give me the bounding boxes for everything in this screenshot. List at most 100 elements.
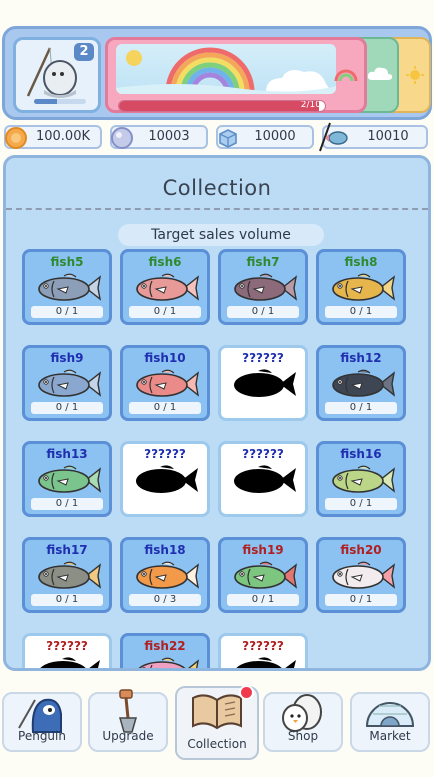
nav-market-label: Market: [369, 729, 411, 743]
fish-card-name: fish17: [46, 543, 88, 557]
fish-icon: [136, 561, 200, 589]
fish-card-name: fish16: [340, 447, 382, 461]
nav-upgrade-label: Upgrade: [102, 729, 154, 743]
fish-silhouette-icon: [136, 465, 198, 493]
fish-card-count: 0 / 1: [31, 306, 103, 318]
fish-card-name: fish12: [340, 351, 382, 365]
nav-shop[interactable]: Shop: [263, 692, 343, 752]
fish-card[interactable]: fish9 0 / 1: [22, 345, 112, 421]
fish-card-name: fish6: [148, 255, 182, 269]
fish-card[interactable]: fish7 0 / 1: [218, 249, 308, 325]
fish-card-count: 0 / 3: [129, 594, 201, 606]
fish-card[interactable]: fish12 0 / 1: [316, 345, 406, 421]
fish-icon: [136, 369, 200, 397]
xp-progress-fill: [34, 99, 58, 104]
fish-card[interactable]: fish13 0 / 1: [22, 441, 112, 517]
penguin-friends-icon: [282, 694, 322, 732]
stage-progress-bar: 2/10: [118, 100, 326, 112]
panel-title: Collection: [162, 176, 272, 200]
fish-card[interactable]: fish6 0 / 1: [120, 249, 210, 325]
fish-card-name: ??????: [46, 639, 88, 653]
fish-card-name: fish9: [50, 351, 84, 365]
collection-panel[interactable]: Collection Target sales volume fish5 0 / …: [3, 155, 431, 671]
ice-cube-icon: [219, 129, 237, 148]
fish-silhouette-icon: [234, 369, 296, 397]
fish-card-count: 0 / 1: [325, 498, 397, 510]
rainbow-icon: [116, 47, 336, 94]
coin-counter: 100.00K: [4, 125, 102, 149]
unknown-fish-card[interactable]: ??????: [218, 441, 308, 517]
fish-card-name: fish10: [144, 351, 186, 365]
rod-fish-icon: [319, 122, 348, 152]
fish-icon: [38, 561, 102, 589]
nav-market[interactable]: Market: [350, 692, 430, 752]
mini-rainbow-icon: [334, 69, 358, 82]
rainbow-scene: [116, 44, 336, 94]
pearl-icon: [111, 127, 133, 149]
book-icon: [192, 694, 242, 730]
fish-card[interactable]: fish16 0 / 1: [316, 441, 406, 517]
fish-silhouette-icon: [40, 657, 100, 668]
ice-value: 10000: [254, 129, 296, 144]
fish-icon: [332, 465, 396, 493]
unknown-fish-card[interactable]: ??????: [218, 345, 308, 421]
pearl-counter: 10003: [110, 125, 208, 149]
sun-icon: [406, 66, 424, 84]
fish-card-name: fish7: [246, 255, 280, 269]
fish-card-count: 0 / 1: [325, 306, 397, 318]
title-divider: [6, 208, 428, 210]
fish-card-count: 0 / 1: [129, 402, 201, 414]
currency-row: 100.00K 10003 10000 10010: [0, 122, 434, 152]
fish-card-name: fish13: [46, 447, 88, 461]
unknown-fish-card[interactable]: ??????: [22, 633, 112, 668]
fish-card[interactable]: fish20 0 / 1: [316, 537, 406, 613]
fish-icon: [138, 657, 200, 668]
fish-card-name: ??????: [242, 351, 284, 365]
fish-card-name: fish20: [340, 543, 382, 557]
penguin-icon: [18, 698, 62, 733]
fish-card-name: fish22: [144, 639, 186, 653]
fish-card-count: 0 / 1: [31, 594, 103, 606]
nav-penguin[interactable]: Penguin: [2, 692, 82, 752]
fish-card[interactable]: fish5 0 / 1: [22, 249, 112, 325]
fish-card-name: ??????: [242, 447, 284, 461]
igloo-icon: [365, 702, 415, 727]
fish-card[interactable]: fish17 0 / 1: [22, 537, 112, 613]
fish-card[interactable]: fish8 0 / 1: [316, 249, 406, 325]
fish-value: 10010: [367, 129, 409, 144]
fish-icon: [136, 273, 200, 301]
fish-icon: [234, 561, 298, 589]
top-bar: 2 2/10: [2, 26, 432, 120]
fish-icon: [332, 273, 396, 301]
xp-progress-bar: [34, 99, 86, 104]
fish-icon: [38, 369, 102, 397]
fish-card[interactable]: fish10 0 / 1: [120, 345, 210, 421]
fish-icon: [234, 273, 298, 301]
fish-card-count: 0 / 1: [325, 594, 397, 606]
fish-card[interactable]: fish22: [120, 633, 210, 668]
fish-card-name: ??????: [144, 447, 186, 461]
stage-tab-rainbow[interactable]: 2/10: [105, 37, 367, 113]
penguin-avatar-card[interactable]: 2: [13, 37, 101, 113]
fish-icon: [38, 273, 102, 301]
nav-collection[interactable]: Collection: [175, 685, 259, 760]
nav-shop-label: Shop: [287, 729, 319, 743]
fish-card-name: fish8: [344, 255, 378, 269]
fish-counter: 10010: [319, 122, 428, 152]
fish-icon: [332, 369, 396, 397]
unknown-fish-card[interactable]: ??????: [218, 633, 308, 668]
fish-card-count: 0 / 1: [31, 498, 103, 510]
cloud-icon: [367, 67, 393, 80]
stage-progress-fill: [119, 101, 319, 111]
fish-card-count: 0 / 1: [129, 306, 201, 318]
target-sales-label: Target sales volume: [118, 224, 324, 246]
unknown-fish-card[interactable]: ??????: [120, 441, 210, 517]
fish-card[interactable]: fish18 0 / 3: [120, 537, 210, 613]
level-badge: 2: [74, 43, 94, 61]
nav-upgrade[interactable]: Upgrade: [88, 689, 168, 752]
nav-collection-label: Collection: [187, 737, 247, 751]
fish-card-count: 0 / 1: [227, 306, 299, 318]
nav-penguin-label: Penguin: [18, 729, 66, 743]
shovel-icon: [119, 689, 137, 733]
fish-card[interactable]: fish19 0 / 1: [218, 537, 308, 613]
